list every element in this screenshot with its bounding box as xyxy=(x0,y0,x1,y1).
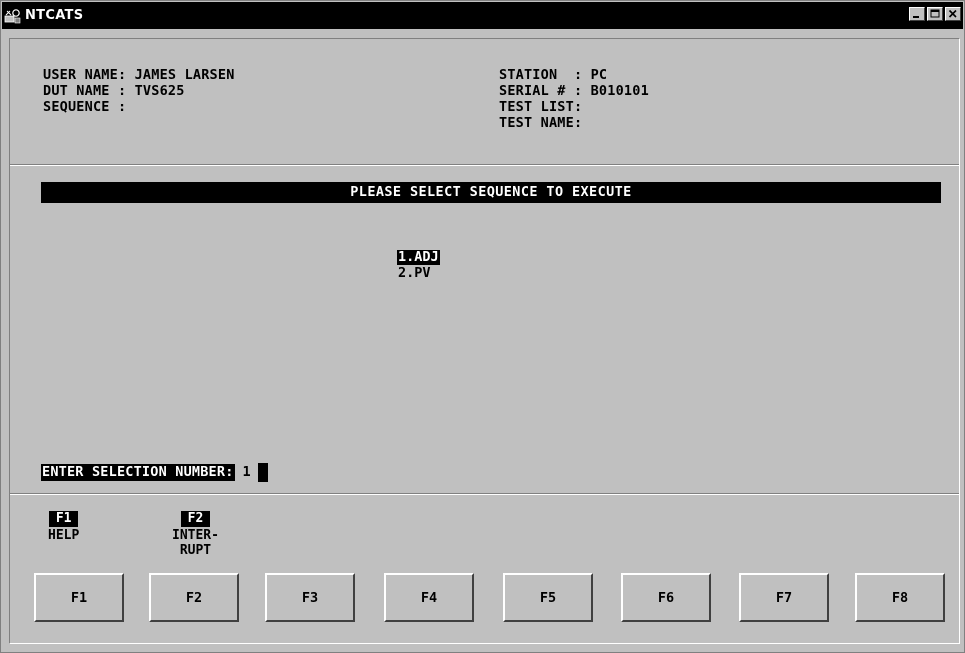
selection-input[interactable] xyxy=(242,463,257,481)
prompt-title: PLEASE SELECT SEQUENCE TO EXECUTE xyxy=(41,182,941,203)
test-list-label: TEST LIST: xyxy=(499,99,583,115)
test-name-label: TEST NAME: xyxy=(499,115,583,131)
f5-button[interactable]: F5 xyxy=(503,573,593,622)
window-controls xyxy=(909,7,961,21)
minimize-icon[interactable] xyxy=(909,7,925,21)
f4-button[interactable]: F4 xyxy=(384,573,474,622)
sequence-option-pv[interactable]: 2.PV xyxy=(397,266,432,281)
close-icon[interactable] xyxy=(945,7,961,21)
legend-f1-desc: HELP xyxy=(48,528,80,543)
f8-button[interactable]: F8 xyxy=(855,573,945,622)
text-cursor xyxy=(257,462,268,482)
f6-button[interactable]: F6 xyxy=(621,573,711,622)
f1-button[interactable]: F1 xyxy=(34,573,124,622)
app-window: NTCATS USER NAME: JAMES LARSEN DUT NAME … xyxy=(0,0,965,653)
user-name-label: USER NAME: JAMES LARSEN xyxy=(43,67,235,83)
window-title: NTCATS xyxy=(25,8,84,23)
legend-f2: F2 INTER- RUPT xyxy=(172,511,219,558)
f2-button[interactable]: F2 xyxy=(149,573,239,622)
ntcats-app-icon xyxy=(4,7,22,25)
f7-button[interactable]: F7 xyxy=(739,573,829,622)
legend-f2-desc: INTER- RUPT xyxy=(172,528,219,558)
station-label: STATION : PC xyxy=(499,67,608,83)
f3-button[interactable]: F3 xyxy=(265,573,355,622)
footer-divider xyxy=(10,493,959,495)
serial-label: SERIAL # : B010101 xyxy=(499,83,649,99)
header-divider xyxy=(10,164,959,166)
sequence-label: SEQUENCE : xyxy=(43,99,127,115)
selection-label: ENTER SELECTION NUMBER: xyxy=(41,463,235,481)
dut-name-label: DUT NAME : TVS625 xyxy=(43,83,185,99)
legend-f1-key: F1 xyxy=(48,511,79,527)
legend-f2-key: F2 xyxy=(180,511,211,527)
legend-f1: F1 HELP xyxy=(48,511,79,543)
title-bar[interactable]: NTCATS xyxy=(2,2,963,29)
sequence-option-adj[interactable]: 1.ADJ xyxy=(397,250,440,265)
client-area: USER NAME: JAMES LARSEN DUT NAME : TVS62… xyxy=(9,38,960,644)
selection-row: ENTER SELECTION NUMBER: xyxy=(41,462,268,482)
maximize-icon[interactable] xyxy=(927,7,943,21)
